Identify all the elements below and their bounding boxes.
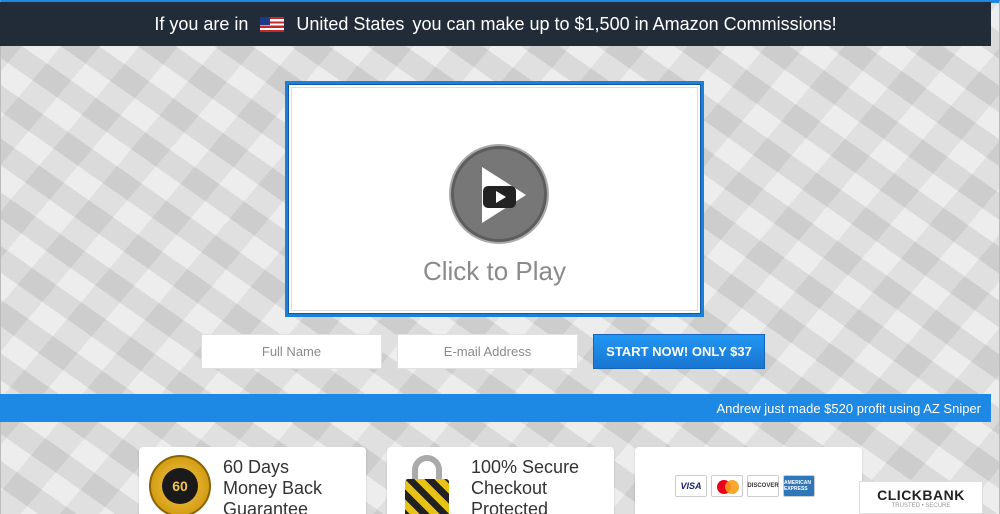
money-back-badge-icon: 60 [149,455,211,514]
payment-icons: VISA DISCOVER AMERICAN EXPRESS [675,475,815,497]
banner-suffix: you can make up to $1,500 in Amazon Comm… [412,13,837,34]
banner-country: United States [296,13,405,34]
clickbank-badge: CLICKBANK TRUSTED • SECURE [859,481,983,514]
badge-number: 60 [162,468,198,504]
email-input[interactable] [397,334,578,369]
discover-icon: DISCOVER [747,475,779,497]
start-now-button[interactable]: START NOW! ONLY $37 [593,334,765,369]
ticker-text: Andrew just made $520 profit using AZ Sn… [716,400,981,416]
video-screen[interactable]: Click to Play [291,87,698,311]
video-player[interactable]: Click to Play [285,81,704,317]
padlock-icon [405,479,449,514]
visa-icon: VISA [675,475,707,497]
click-to-play-label: Click to Play [422,256,567,286]
amex-icon: AMERICAN EXPRESS [783,475,815,497]
youtube-play-icon [483,186,516,208]
clickbank-subtext: TRUSTED • SECURE [891,502,951,509]
full-name-input[interactable] [201,334,382,369]
secure-text: 100% Secure Checkout Protected [471,457,580,514]
secure-checkout-card: 100% Secure Checkout Protected [387,447,614,514]
guarantee-card: 60 60 Days Money Back Guarantee [139,447,366,514]
guarantee-text: 60 Days Money Back Guarantee [223,457,323,514]
play-button[interactable] [451,146,547,242]
banner-prefix: If you are in [154,13,249,34]
clickbank-logo: CLICKBANK [877,486,965,503]
payment-methods-card: VISA DISCOVER AMERICAN EXPRESS [635,447,862,514]
profit-ticker: Andrew just made $520 profit using AZ Sn… [0,394,991,422]
signup-form: START NOW! ONLY $37 [201,334,765,369]
mastercard-icon [711,475,743,497]
us-flag-icon [260,16,285,32]
top-banner: If you are in United States you can make… [0,2,991,46]
